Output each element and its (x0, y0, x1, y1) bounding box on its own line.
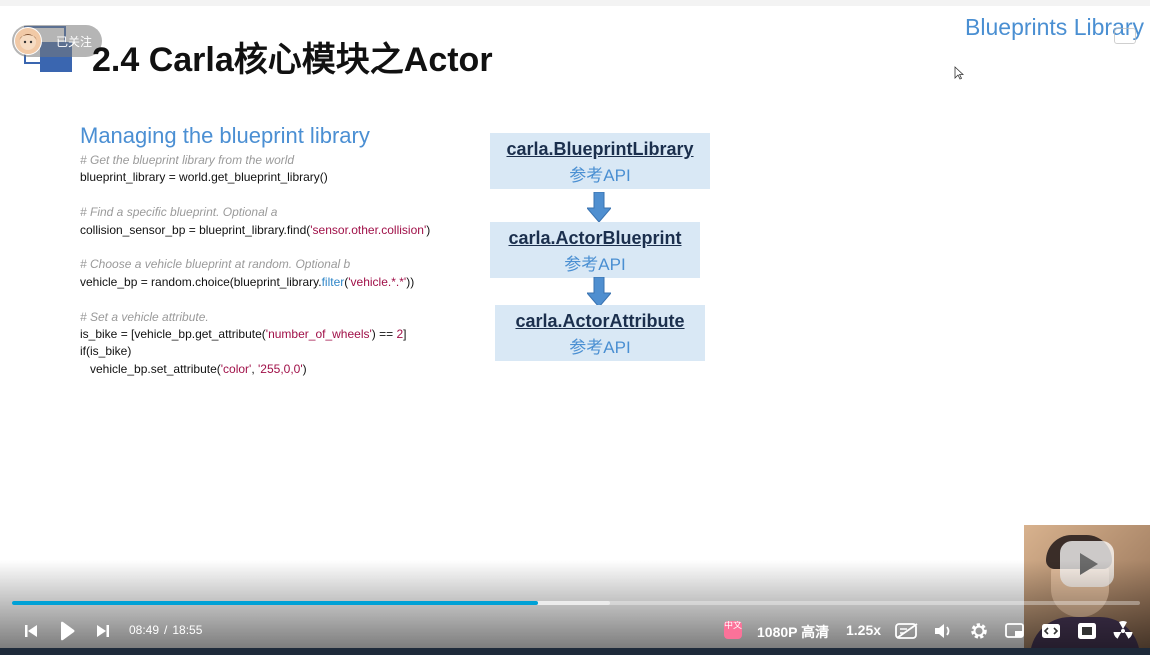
next-button[interactable] (92, 619, 114, 643)
slide-title: 2.4 Carla核心模块之Actor (92, 41, 493, 79)
code-line: # Choose a vehicle blueprint at random. … (80, 256, 430, 273)
radiation-button[interactable] (1112, 619, 1134, 643)
settings-button[interactable] (968, 619, 990, 643)
code-token: ] (403, 326, 407, 341)
fullscreen-button[interactable] (1076, 619, 1098, 643)
flow-box-link[interactable]: 参考API (490, 161, 710, 186)
volume-icon (935, 624, 950, 638)
code-token: ) (302, 361, 307, 376)
progress-bar[interactable] (12, 601, 1140, 605)
flow-arrow-down-icon (587, 192, 611, 222)
code-token: collision_sensor_bp = blueprint_library.… (80, 222, 311, 237)
code-line: is_bike = [vehicle_bp.get_attribute('num… (80, 326, 430, 343)
top-border (0, 0, 1150, 6)
code-line: # Find a specific blueprint. Optional a (80, 204, 430, 221)
code-token: 'color' (220, 361, 252, 376)
code-line: # Get the blueprint library from the wor… (80, 152, 430, 169)
code-token: 'sensor.other.collision' (310, 222, 427, 237)
uploader-avatar[interactable] (14, 27, 42, 55)
code-line: blueprint_library = world.get_blueprint_… (80, 169, 430, 186)
settings-icon (971, 623, 987, 639)
code-token: is_bike = [vehicle_bp.get_attribute( (80, 326, 266, 341)
follow-label: 已关注 (56, 34, 93, 49)
played-bar (12, 601, 538, 605)
code-line: vehicle_bp.set_attribute('color', '255,0… (80, 361, 430, 378)
code-line: vehicle_bp = random.choice(blueprint_lib… (80, 274, 430, 291)
code-line: if(is_bike) (80, 343, 430, 360)
code-token: filter (321, 274, 345, 289)
code-token: 'vehicle.*.*' (348, 274, 407, 289)
code-token: vehicle_bp.set_attribute( (80, 361, 221, 376)
bottom-border (0, 648, 1150, 655)
watermark-icon (1114, 28, 1136, 44)
mouse-cursor-icon (954, 66, 964, 80)
speed-selector[interactable]: 1.25x (846, 622, 881, 638)
subtitle-icon[interactable]: 中文 (724, 621, 742, 639)
widescreen-icon (1042, 624, 1060, 638)
code-token: # Set a vehicle attribute. (80, 309, 209, 324)
code-token: # Find a specific blueprint. Optional a (80, 205, 278, 220)
time-separator: / (164, 623, 168, 637)
prev-button[interactable] (20, 619, 42, 643)
next-icon (97, 625, 109, 637)
pip-icon (1005, 623, 1024, 638)
flow-box-link[interactable]: 参考API (490, 250, 700, 275)
code-token: # Get the blueprint library from the wor… (80, 153, 295, 167)
radiation-icon (1113, 621, 1133, 639)
code-token: )) (406, 274, 415, 289)
play-icon (61, 621, 75, 641)
fullscreen-icon (1078, 623, 1096, 639)
prev-icon (25, 625, 37, 637)
widescreen-button[interactable] (1040, 619, 1062, 643)
code-token: blueprint_library = world.get_blueprint_… (80, 170, 328, 185)
avatar-face-icon (19, 34, 37, 50)
flow-box-name: carla.BlueprintLibrary (506, 139, 694, 159)
code-heading: Managing the blueprint library (80, 123, 370, 148)
code-line: collision_sensor_bp = blueprint_library.… (80, 222, 430, 239)
flow-arrow-down-icon (587, 277, 611, 307)
code-token: ) (426, 222, 431, 237)
current-time: 08:49 (129, 623, 160, 637)
flow-box-actor-attribute: carla.ActorAttribute 参考API (495, 305, 705, 361)
time-display: 08:49 / 18:55 (129, 623, 202, 637)
code-token: , (251, 361, 259, 376)
code-token: # Choose a vehicle blueprint at random. … (80, 257, 351, 272)
pip-button[interactable] (1004, 619, 1026, 643)
flow-box-actor-blueprint: carla.ActorBlueprint 参考API (490, 222, 700, 278)
total-time: 18:55 (172, 623, 203, 637)
flow-box-name: carla.ActorAttribute (515, 311, 685, 331)
follow-badge[interactable]: 已关注 (12, 25, 102, 57)
danmaku-off-icon (895, 623, 918, 639)
code-token: '255,0,0' (258, 361, 303, 376)
video-player[interactable]: 已关注 2.4 Carla核心模块之Actor Blueprints Libra… (0, 0, 1150, 655)
code-block: # Get the blueprint library from the wor… (80, 152, 430, 378)
flow-box-blueprint-library: carla.BlueprintLibrary 参考API (490, 133, 710, 189)
code-token: if(is_bike) (80, 344, 132, 359)
quality-selector[interactable]: 1080P 高清 (757, 622, 829, 642)
code-line: # Set a vehicle attribute. (80, 309, 430, 326)
play-button[interactable] (55, 619, 79, 643)
volume-button[interactable] (932, 619, 954, 643)
flow-box-link[interactable]: 参考API (495, 333, 705, 358)
flow-box-name: carla.ActorBlueprint (508, 228, 682, 248)
code-token: 'number_of_wheels' (265, 326, 372, 341)
danmaku-toggle[interactable] (894, 619, 920, 643)
code-token: vehicle_bp = random.choice(blueprint_lib… (80, 274, 322, 289)
code-token: ) == (371, 326, 397, 341)
